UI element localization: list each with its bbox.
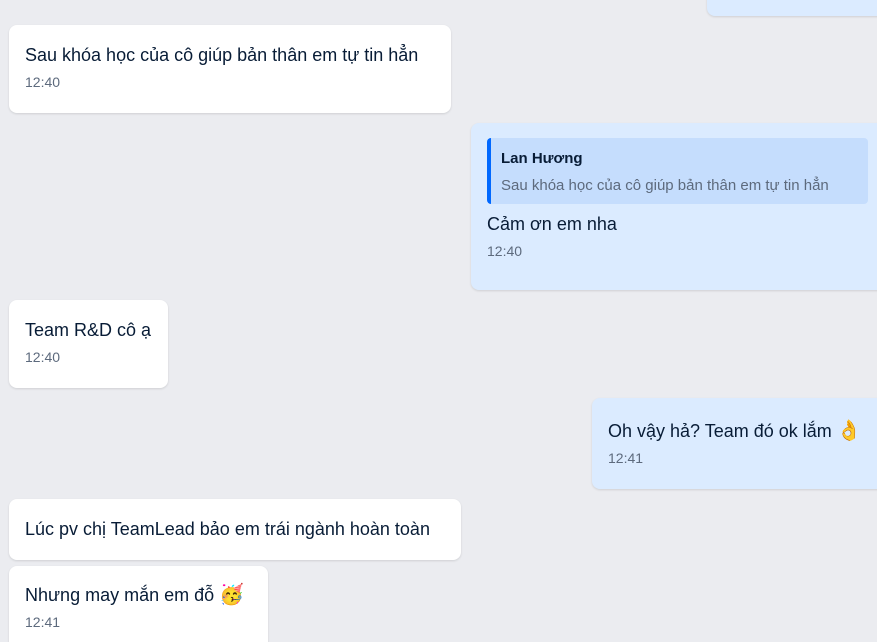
message-time: 12:40 — [25, 74, 61, 90]
message-bubble-incoming[interactable]: Sau khóa học của cô giúp bản thân em tự … — [9, 25, 451, 113]
reply-quote[interactable]: Lan Hương Sau khóa học của cô giúp bản t… — [487, 138, 868, 204]
quote-author: Lan Hương — [501, 150, 583, 167]
message-text: Nhưng may mắn em đỗ — [25, 585, 215, 605]
chat-message-list[interactable]: Sau khóa học của cô giúp bản thân em tự … — [0, 0, 877, 642]
message-text: Cảm ơn em nha — [487, 214, 617, 234]
partying-face-emoji-icon: 🥳 — [219, 582, 245, 606]
message-text: Team R&D cô ạ — [25, 320, 152, 340]
message-time: 12:40 — [487, 243, 523, 259]
message-time: 12:41 — [608, 450, 644, 466]
message-bubble-incoming[interactable]: Nhưng may mắn em đỗ 🥳 12:41 — [9, 566, 268, 642]
quote-text: Sau khóa học của cô giúp bản thân em tự … — [501, 177, 829, 194]
message-text: Lúc pv chị TeamLead bảo em trái ngành ho… — [25, 519, 430, 539]
message-bubble-incoming[interactable]: Lúc pv chị TeamLead bảo em trái ngành ho… — [9, 499, 461, 560]
message-bubble-outgoing-partial[interactable] — [707, 0, 877, 16]
message-time: 12:40 — [25, 349, 61, 365]
message-text: Oh vậy hả? Team đó ok lắm — [608, 421, 832, 441]
message-text: Sau khóa học của cô giúp bản thân em tự … — [25, 45, 419, 65]
message-text-row: Oh vậy hả? Team đó ok lắm 👌 — [608, 418, 875, 443]
message-bubble-incoming[interactable]: Team R&D cô ạ 12:40 — [9, 300, 168, 388]
message-text-row: Nhưng may mắn em đỗ 🥳 — [25, 582, 252, 607]
ok-hand-emoji-icon: 👌 — [836, 418, 862, 442]
message-time: 12:41 — [25, 614, 61, 630]
message-bubble-outgoing[interactable]: Lan Hương Sau khóa học của cô giúp bản t… — [471, 123, 877, 290]
message-bubble-outgoing[interactable]: Oh vậy hả? Team đó ok lắm 👌 12:41 — [592, 398, 877, 489]
